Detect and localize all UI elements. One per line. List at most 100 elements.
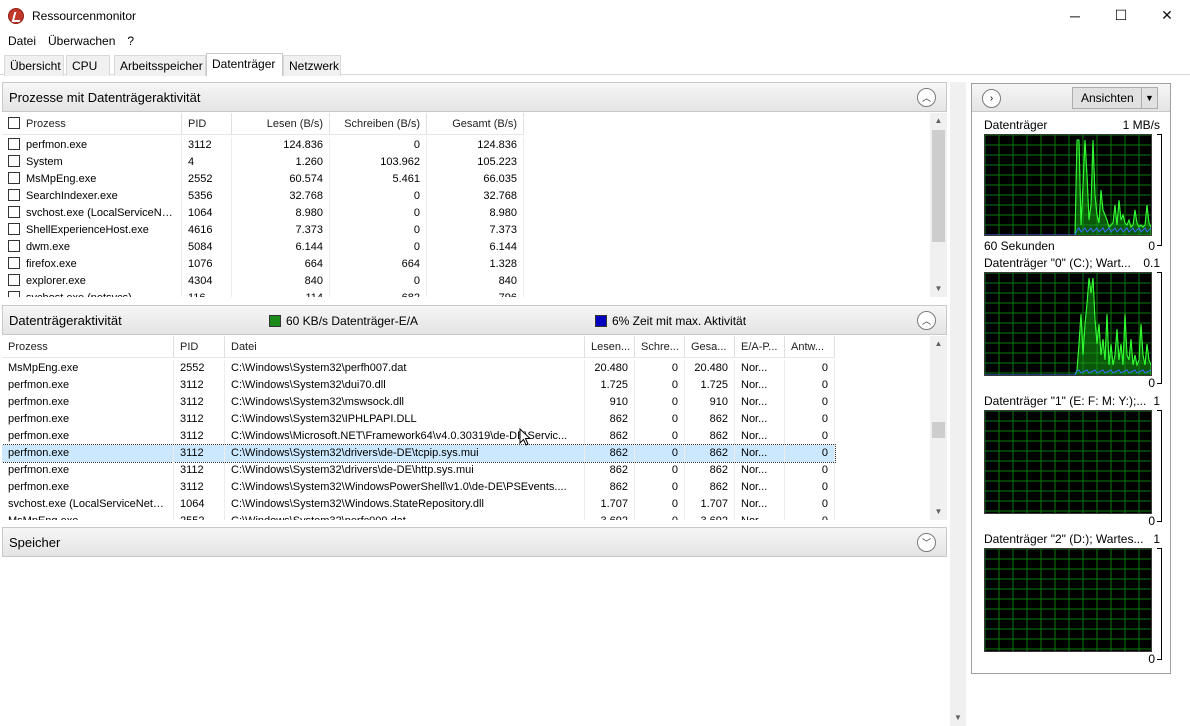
processes-scrollbar[interactable]: ▲ ▼ — [930, 113, 947, 297]
col-da-gesamt[interactable]: Gesa... — [685, 336, 735, 358]
col-da-datei[interactable]: Datei — [225, 336, 585, 358]
disk-activity-cell: 910 — [585, 394, 635, 411]
col-schreiben[interactable]: Schreiben (B/s) — [330, 113, 427, 135]
processes-section-title: Prozesse mit Datenträgeraktivität — [9, 89, 201, 105]
process-row[interactable]: firefox.exe 1076 664 664 1.328 — [2, 256, 524, 273]
minimize-button[interactable]: ─ — [1052, 0, 1098, 31]
col-da-lesen[interactable]: Lesen... — [585, 336, 635, 358]
scroll-down-icon[interactable]: ▼ — [930, 504, 947, 520]
tab-arbeitsspeicher[interactable]: Arbeitsspeicher — [114, 55, 206, 76]
disk-activity-cell: 20.480 — [685, 360, 735, 377]
process-name[interactable]: firefox.exe — [2, 256, 182, 273]
process-checkbox[interactable] — [8, 206, 20, 218]
process-cell: 840 — [232, 273, 330, 290]
disk-activity-row[interactable]: perfmon.exe 3112 C:\Windows\System32\mswso… — [2, 394, 835, 411]
tab-netzwerk[interactable]: Netzwerk — [283, 55, 341, 76]
scroll-thumb[interactable] — [932, 130, 945, 242]
process-name[interactable]: dwm.exe — [2, 239, 182, 256]
process-row[interactable]: svchost.exe (LocalServiceNet... 1064 8.980… — [2, 205, 524, 222]
disk-activity-row[interactable]: perfmon.exe 3112 C:\Windows\Microsoft.NET\… — [2, 428, 835, 445]
expand-speicher-button[interactable]: ﹀ — [917, 533, 936, 552]
process-row[interactable]: dwm.exe 5084 6.144 0 6.144 — [2, 239, 524, 256]
disk-activity-row[interactable]: svchost.exe (LocalServiceNetw... 1064 C:\W… — [2, 496, 835, 513]
menu-ueberwachen[interactable]: Überwachen — [42, 34, 121, 48]
processes-section-header[interactable]: Prozesse mit Datenträgeraktivität ︿ — [2, 82, 947, 112]
col-da-ea-prio[interactable]: E/A-P... — [735, 336, 785, 358]
views-button[interactable]: Ansichten ▼ — [1072, 87, 1158, 109]
disk-activity-cell: 3.692 — [685, 513, 735, 520]
process-row[interactable]: perfmon.exe 3112 124.836 0 124.836 — [2, 137, 524, 154]
disk-activity-row[interactable]: MsMpEng.exe2552C:\Windows\System32\perfc… — [2, 513, 835, 520]
process-checkbox[interactable] — [8, 189, 20, 201]
tab-datentraeger[interactable]: Datenträger — [206, 53, 283, 76]
process-checkbox[interactable] — [8, 240, 20, 252]
disk-activity-cell: 0 — [785, 428, 835, 445]
process-name[interactable]: perfmon.exe — [2, 137, 182, 154]
process-cell: 2552 — [182, 171, 232, 188]
process-row[interactable]: ShellExperienceHost.exe 4616 7.373 0 7.373 — [2, 222, 524, 239]
disk-activity-cell: 3.692 — [585, 513, 635, 520]
process-name[interactable]: svchost.exe (netsvcs) — [2, 290, 182, 297]
col-gesamt[interactable]: Gesamt (B/s) — [427, 113, 524, 135]
tab-bar: Übersicht CPU Arbeitsspeicher Datenträge… — [0, 53, 1190, 76]
process-name[interactable]: MsMpEng.exe — [2, 171, 182, 188]
disk-activity-row[interactable]: MsMpEng.exe 2552 C:\Windows\System32\perfh… — [2, 360, 835, 377]
process-checkbox[interactable] — [8, 172, 20, 184]
disk-activity-row[interactable]: perfmon.exe 3112 C:\Windows\System32\IPHLP… — [2, 411, 835, 428]
disk-activity-section-header[interactable]: Datenträgeraktivität 60 KB/s Datenträger… — [2, 305, 947, 335]
col-da-schreiben[interactable]: Schre... — [635, 336, 685, 358]
speicher-section-header[interactable]: Speicher ﹀ — [2, 527, 947, 557]
disk-activity-row[interactable]: perfmon.exe 3112 C:\Windows\System32\Windo… — [2, 479, 835, 496]
process-row[interactable]: svchost.exe (netsvcs)116114682796 — [2, 290, 524, 297]
scroll-up-icon[interactable]: ▲ — [930, 113, 947, 129]
process-cell: 124.836 — [427, 137, 524, 154]
menu-datei[interactable]: Datei — [2, 34, 42, 48]
process-checkbox[interactable] — [8, 291, 20, 297]
col-da-pid[interactable]: PID — [174, 336, 225, 358]
process-checkbox[interactable] — [8, 223, 20, 235]
select-all-checkbox[interactable] — [8, 117, 20, 129]
process-name[interactable]: svchost.exe (LocalServiceNet... — [2, 205, 182, 222]
disk-activity-cell: 862 — [685, 428, 735, 445]
process-name[interactable]: explorer.exe — [2, 273, 182, 290]
disk-activity-cell: 0 — [635, 394, 685, 411]
col-da-prozess[interactable]: Prozess — [2, 336, 174, 358]
disk-activity-scrollbar[interactable]: ▲ ▼ — [930, 336, 947, 520]
col-lesen[interactable]: Lesen (B/s) — [232, 113, 330, 135]
disk-activity-row[interactable]: perfmon.exe 3112 C:\Windows\System32\drive… — [2, 444, 836, 463]
process-name[interactable]: System — [2, 154, 182, 171]
disk-activity-row[interactable]: perfmon.exe 3112 C:\Windows\System32\drive… — [2, 462, 835, 479]
scroll-thumb[interactable] — [932, 422, 945, 438]
process-checkbox[interactable] — [8, 138, 20, 150]
disk-activity-cell: 3112 — [174, 479, 225, 496]
disk-activity-row[interactable]: perfmon.exe 3112 C:\Windows\System32\dui70… — [2, 377, 835, 394]
menu-help[interactable]: ? — [121, 34, 140, 48]
tab-cpu[interactable]: CPU — [66, 55, 110, 76]
col-prozess[interactable]: Prozess — [2, 113, 182, 135]
scroll-down-icon[interactable]: ▼ — [930, 281, 947, 297]
process-name[interactable]: ShellExperienceHost.exe — [2, 222, 182, 239]
process-row[interactable]: explorer.exe 4304 840 0 840 — [2, 273, 524, 290]
process-name[interactable]: SearchIndexer.exe — [2, 188, 182, 205]
close-button[interactable]: ✕ — [1144, 0, 1190, 31]
expand-panel-button[interactable]: › — [982, 89, 1001, 108]
collapse-processes-button[interactable]: ︿ — [917, 88, 936, 107]
main-scrollbar[interactable]: ▼ — [950, 82, 966, 726]
collapse-disk-activity-button[interactable]: ︿ — [917, 311, 936, 330]
maximize-button[interactable]: ☐ — [1098, 0, 1144, 31]
disk-activity-cell: Nor... — [735, 428, 785, 445]
process-row[interactable]: MsMpEng.exe 2552 60.574 5.461 66.035 — [2, 171, 524, 188]
scroll-down-icon[interactable]: ▼ — [950, 710, 966, 726]
chevron-down-icon[interactable]: ▼ — [1141, 88, 1157, 108]
process-checkbox[interactable] — [8, 274, 20, 286]
scroll-up-icon[interactable]: ▲ — [930, 336, 947, 352]
process-row[interactable]: System 4 1.260 103.962 105.223 — [2, 154, 524, 171]
process-row[interactable]: SearchIndexer.exe 5356 32.768 0 32.768 — [2, 188, 524, 205]
tab-uebersicht[interactable]: Übersicht — [4, 55, 64, 76]
process-checkbox[interactable] — [8, 257, 20, 269]
col-da-antwort[interactable]: Antw... — [785, 336, 835, 358]
graph-min: 0 — [1148, 239, 1155, 253]
process-checkbox[interactable] — [8, 155, 20, 167]
process-cell: 4616 — [182, 222, 232, 239]
col-pid[interactable]: PID — [182, 113, 232, 135]
